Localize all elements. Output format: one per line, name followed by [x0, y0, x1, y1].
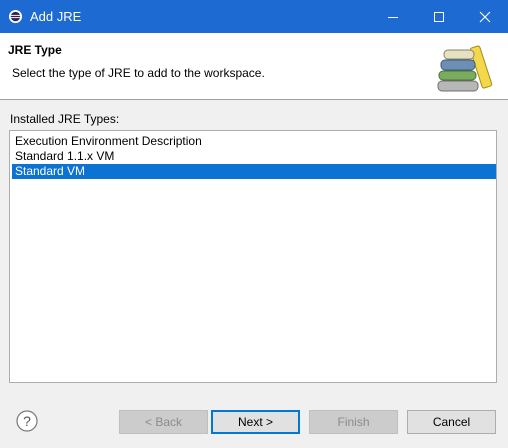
library-books-icon: [437, 45, 493, 92]
maximize-icon: [434, 11, 444, 22]
back-button[interactable]: < Back: [119, 410, 208, 434]
page-title: JRE Type: [8, 43, 62, 57]
wizard-banner: JRE Type Select the type of JRE to add t…: [0, 33, 508, 100]
cancel-button[interactable]: Cancel: [407, 410, 496, 434]
page-description: Select the type of JRE to add to the wor…: [12, 66, 265, 80]
jre-types-list[interactable]: Execution Environment Description Standa…: [9, 130, 497, 383]
list-item-execution-environment[interactable]: Execution Environment Description: [12, 134, 496, 149]
minimize-button[interactable]: [370, 0, 416, 33]
minimize-icon: [388, 16, 398, 18]
list-item-standard-vm[interactable]: Standard VM: [12, 164, 496, 179]
finish-button[interactable]: Finish: [309, 410, 398, 434]
title-bar[interactable]: Add JRE: [0, 0, 508, 33]
jre-types-label: Installed JRE Types:: [10, 112, 120, 126]
eclipse-app-icon: [8, 9, 23, 24]
window-title: Add JRE: [30, 9, 82, 24]
maximize-button[interactable]: [416, 0, 462, 33]
next-button[interactable]: Next >: [211, 410, 300, 434]
svg-text:?: ?: [23, 413, 31, 429]
list-item-standard-11x-vm[interactable]: Standard 1.1.x VM: [12, 149, 496, 164]
close-window-button[interactable]: [462, 0, 508, 33]
help-icon[interactable]: ?: [16, 410, 38, 432]
close-icon: [479, 11, 491, 22]
